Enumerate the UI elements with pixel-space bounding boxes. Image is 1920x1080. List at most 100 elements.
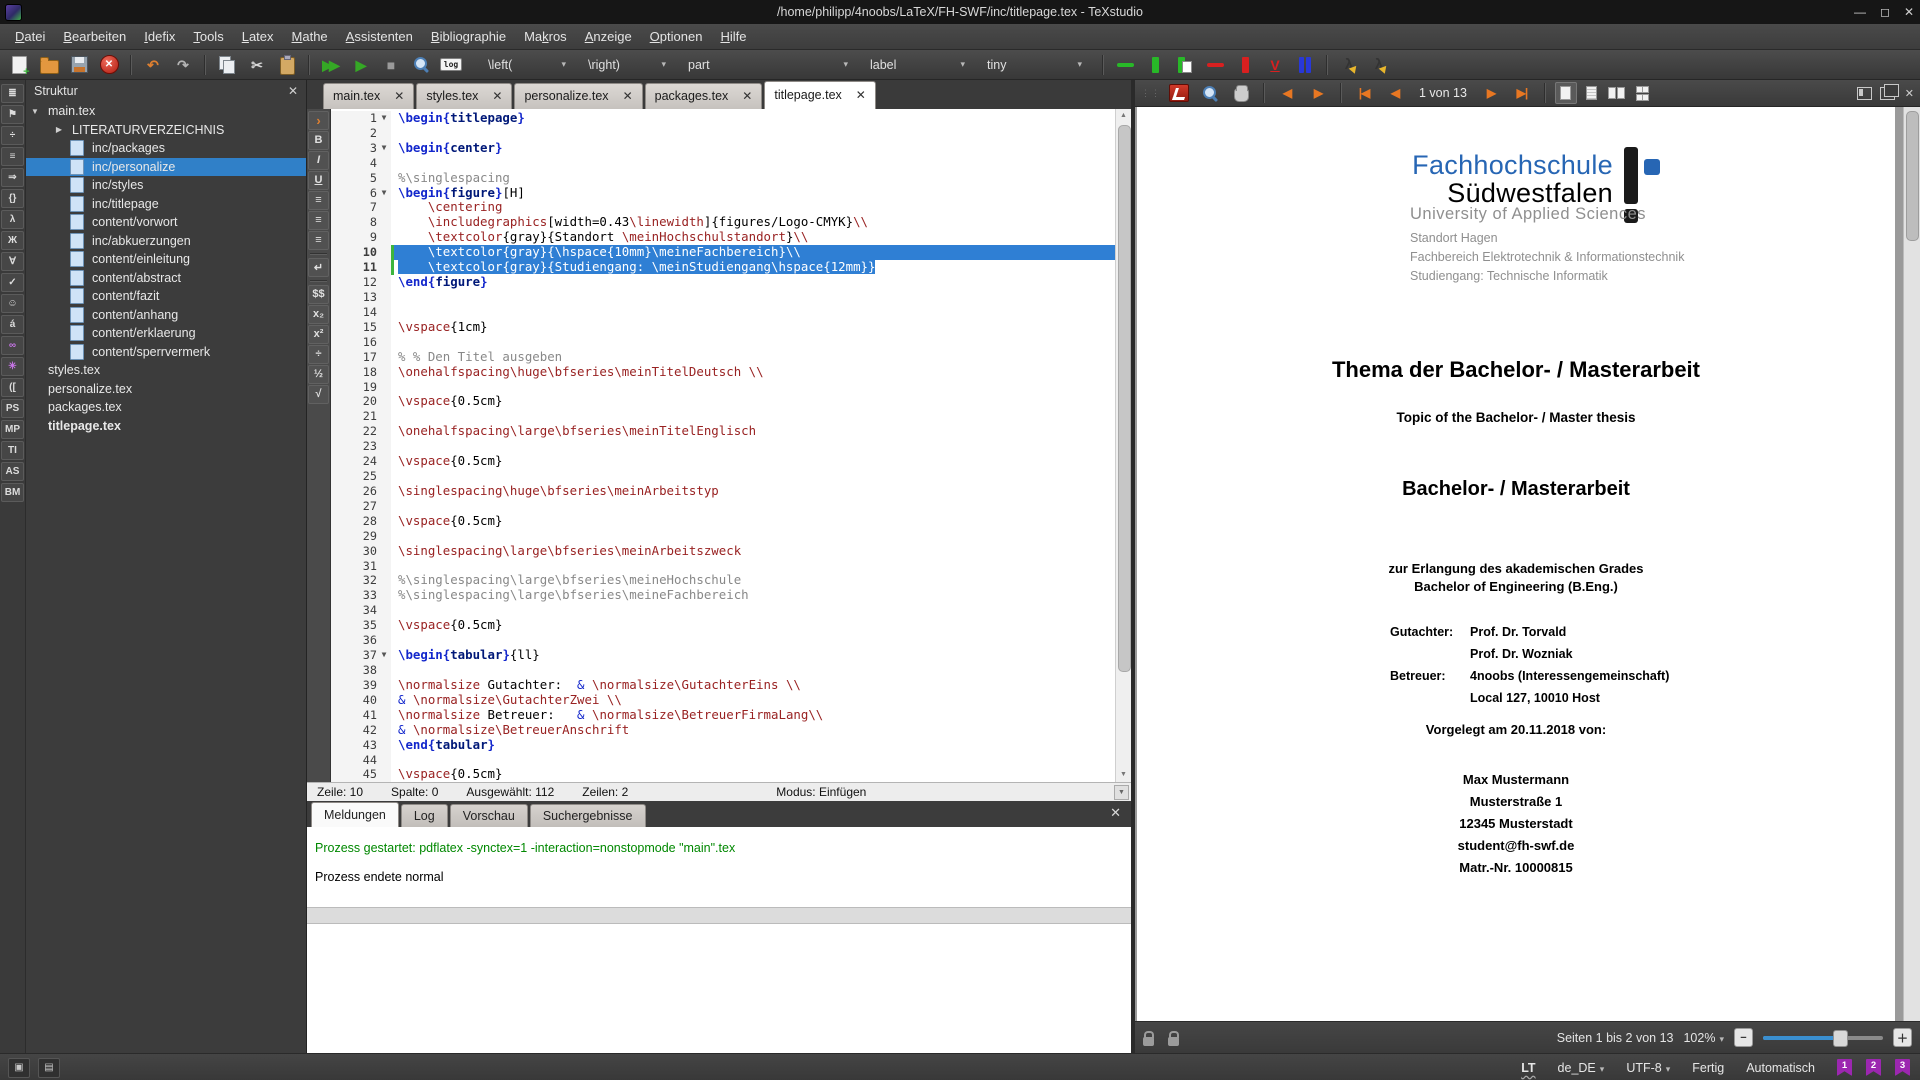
infinity-icon[interactable]: ∞ [1,336,24,355]
pdf-scrollbar-thumb[interactable] [1906,111,1919,241]
menu-assistenten[interactable]: Assistenten [337,26,422,47]
messages-tab-suchergebnisse[interactable]: Suchergebnisse [530,804,646,827]
menu-idefix[interactable]: Idefix [135,26,184,47]
pdf-page-indicator[interactable]: 1 von 13 [1413,86,1473,100]
underline-icon[interactable]: U [308,171,329,190]
menu-anzeige[interactable]: Anzeige [576,26,641,47]
math-mode-icon[interactable]: $$ [308,285,329,304]
messages-tab-log[interactable]: Log [401,804,448,827]
zoom-out-button[interactable]: − [1734,1028,1753,1047]
continuous-icon[interactable] [1582,83,1602,103]
red-v-icon[interactable]: V [1262,53,1288,77]
tree-item-personalize-tex[interactable]: personalize.tex [26,380,306,399]
align-right-icon[interactable]: ≡ [308,231,329,250]
tab-close-icon[interactable]: ✕ [492,89,502,103]
tree-item-inc-personalize[interactable]: inc/personalize [26,158,306,177]
hand-tool-icon[interactable] [1228,81,1254,105]
two-pages-icon[interactable] [1607,83,1627,103]
tree-item-inc-titlepage[interactable]: inc/titlepage [26,195,306,214]
view-icon[interactable] [408,53,434,77]
zoom-tool-icon[interactable] [1197,81,1223,105]
green-vbar-icon[interactable] [1142,53,1168,77]
scroll-up-icon[interactable]: ▲ [1116,109,1131,123]
messages-hscrollbar[interactable] [307,907,1131,924]
tab-close-icon[interactable]: ✕ [742,89,752,103]
last-page-icon[interactable]: ▶| [1509,81,1535,105]
grammar-check-badge[interactable]: LT [1521,1061,1535,1075]
back-icon[interactable]: ◀ [1274,81,1300,105]
close-icon[interactable]: ✕ [1904,5,1914,19]
green-paste-icon[interactable] [1172,53,1198,77]
bookmarks-icon[interactable]: ⚑ [1,105,24,124]
braces-icon[interactable]: {} [1,189,24,208]
tree-item-content-abstract[interactable]: content/abstract [26,269,306,288]
redo-icon[interactable]: ↷ [170,53,196,77]
right-delimiter-combo[interactable]: \right)▾ [582,53,672,77]
terminal-toggle-icon[interactable]: ▣ [8,1058,30,1078]
arrows-icon[interactable]: ⇒ [1,168,24,187]
structure-close-icon[interactable]: ✕ [288,84,298,98]
tree-item-content-anhang[interactable]: content/anhang [26,306,306,325]
tab-main-tex[interactable]: main.tex✕ [323,83,414,109]
sqrt-icon[interactable]: √ [308,385,329,404]
messages-tab-meldungen[interactable]: Meldungen [311,802,399,827]
tree-item-packages-tex[interactable]: packages.tex [26,398,306,417]
accents-icon[interactable]: á [1,315,24,334]
italic-icon[interactable]: I [308,151,329,170]
code-editor[interactable]: 1▼\begin{titlepage}23▼\begin{center}45%\… [331,109,1115,782]
red-vbar-icon[interactable] [1232,53,1258,77]
menu-optionen[interactable]: Optionen [641,26,712,47]
superscript-icon[interactable]: x² [308,325,329,344]
menu-mathe[interactable]: Mathe [283,26,337,47]
menu-bearbeiten[interactable]: Bearbeiten [54,26,135,47]
undo-icon[interactable]: ↶ [140,53,166,77]
misc-symbols-icon[interactable]: ☺ [1,294,24,313]
lambda-left-icon[interactable]: λ [1336,53,1362,77]
label-combo[interactable]: label▾ [864,53,971,77]
tree-item-content-fazit[interactable]: content/fazit [26,287,306,306]
newline-icon[interactable]: ↵ [308,258,329,277]
encoding-selector[interactable]: UTF-8▾ [1626,1061,1670,1075]
close-file-icon[interactable]: ✕ [96,53,122,77]
menu-datei[interactable]: Datei [6,26,54,47]
menu-tools[interactable]: Tools [184,26,232,47]
asterisk-icon[interactable]: ✳ [1,357,24,376]
pdf-app-icon[interactable] [1166,81,1192,105]
math-ops-icon[interactable]: ÷ [1,126,24,145]
beamer-icon[interactable]: BM [1,483,24,502]
next-page-icon[interactable]: ▶ [1478,81,1504,105]
panel-toggle-icon[interactable]: ▤ [38,1058,60,1078]
operators-icon[interactable]: ∀ [1,252,24,271]
pdf-zoom-value[interactable]: 102%▾ [1683,1031,1724,1045]
build-and-view-icon[interactable]: ▶▶ [318,53,344,77]
single-page-icon[interactable] [1555,82,1577,104]
menu-bibliographie[interactable]: Bibliographie [422,26,515,47]
tree-item-titlepage-tex[interactable]: titlepage.tex [26,417,306,436]
tab-titlepage-tex[interactable]: titlepage.tex✕ [764,81,875,109]
bookmark-icon[interactable]: 3 [1895,1059,1910,1076]
expand-icon[interactable]: › [308,111,329,130]
menu-makros[interactable]: Makros [515,26,576,47]
pdf-close-icon[interactable]: ✕ [1905,87,1914,100]
tree-item-inc-abkuerzungen[interactable]: inc/abkuerzungen [26,232,306,251]
maximize-icon[interactable]: ◻ [1880,5,1890,19]
cut-icon[interactable]: ✂ [244,53,270,77]
sectioning-combo[interactable]: part▾ [682,53,854,77]
dock-icon[interactable] [1857,87,1872,100]
expander-open-icon[interactable]: ▼ [30,107,40,116]
asymptote-icon[interactable]: AS [1,462,24,481]
forward-icon[interactable]: ▶ [1305,81,1331,105]
minimize-icon[interactable]: — [1854,5,1866,19]
expander-closed-icon[interactable]: ▶ [54,125,64,134]
save-icon[interactable] [66,53,92,77]
cyrillic-icon[interactable]: Ж [1,231,24,250]
tab-packages-tex[interactable]: packages.tex✕ [645,83,763,109]
tikz-icon[interactable]: TI [1,441,24,460]
windowed-icon[interactable] [1880,87,1895,100]
left-delimiter-combo[interactable]: \left(▾ [482,53,572,77]
lock-icon[interactable] [1143,1037,1154,1046]
messages-close-icon[interactable]: ✕ [1110,805,1121,821]
tab-close-icon[interactable]: ✕ [394,89,404,103]
titlebar[interactable]: /home/philipp/4noobs/LaTeX/FH-SWF/inc/ti… [0,0,1920,24]
tab-personalize-tex[interactable]: personalize.tex✕ [514,83,642,109]
